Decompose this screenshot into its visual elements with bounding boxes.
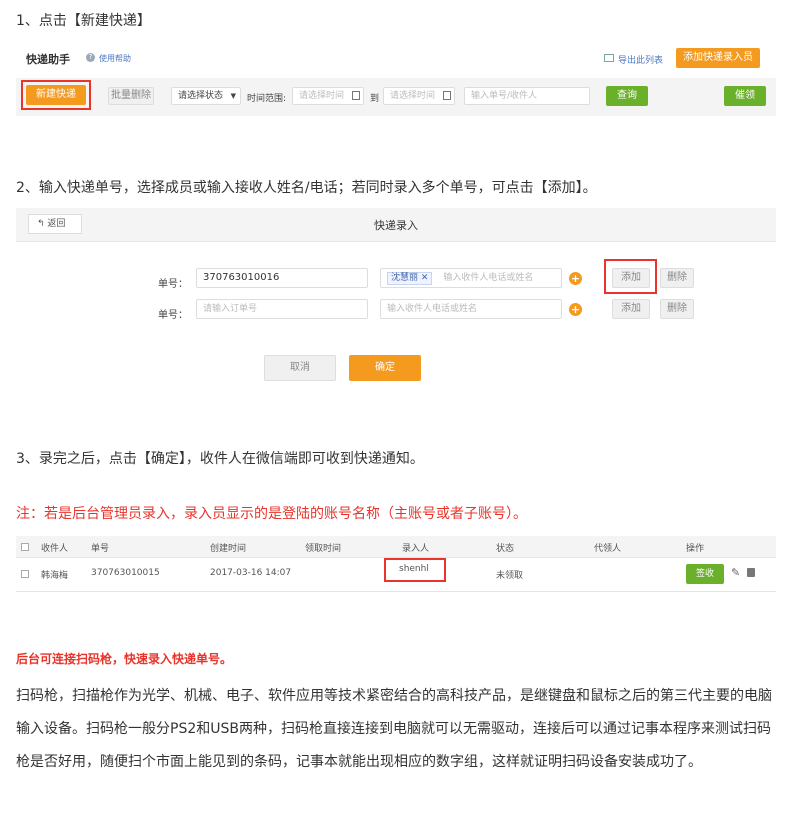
start-date-placeholder: 请选择时间 [299,91,345,101]
time-range-label: 时间范围: [247,94,287,104]
row-checkbox[interactable] [21,570,29,578]
number-label: 单号： [158,279,188,290]
cancel-button[interactable]: 取消 [264,355,336,381]
panel-header: 快递助手 ? 使用帮助 导出此列表 添加快递录入员 [16,42,776,74]
column-header: 单号 [91,544,110,554]
add-row-button[interactable]: 添加 [612,299,650,319]
delete-row-button[interactable]: 删除 [660,299,694,319]
number-cell: 370763010015 [91,568,160,578]
add-recipient-icon[interactable]: + [569,303,582,316]
end-date-placeholder: 请选择时间 [390,91,436,101]
export-link[interactable]: 导出此列表 [618,53,663,66]
scanner-paragraph: 扫码枪，扫描枪作为光学、机械、电子、软件应用等技术紧密结合的高科技产品，是继键盘… [16,688,772,770]
table-header: 收件人 单号 创建时间 领取时间 录入人 状态 代领人 操作 [16,536,776,558]
add-member-button[interactable]: 添加快递录入员 [676,48,760,68]
select-all-checkbox[interactable] [21,543,29,551]
recipient-cell: 韩海梅 [41,571,69,581]
add-recipient-icon[interactable]: + [569,272,582,285]
to-label: 到 [370,94,380,104]
entry-title: 快递录入 [374,219,418,232]
query-button[interactable]: 查询 [606,86,648,106]
step-2-text: 2、输入快递单号，选择成员或输入接收人姓名/电话；若同时录入多个单号，可点击【添… [16,180,597,196]
express-assistant-panel: 快递助手 ? 使用帮助 导出此列表 添加快递录入员 新建快递 批量删除 请选择状… [16,42,776,116]
recipient-placeholder: 输入收件人电话或姓名 [387,304,478,314]
scanner-title: 后台可连接扫码枪，快速录入快递单号。 [16,652,233,666]
status-select-value: 请选择状态 [178,91,224,101]
trash-icon[interactable] [747,568,755,577]
help-icon: ? [86,53,95,62]
recipient-input[interactable]: 沈慧丽 ✕ 输入收件人电话或姓名 [380,268,562,288]
step-1-text: 1、点击【新建快递】 [16,13,151,29]
calendar-icon [352,91,360,100]
admin-note: 注：若是后台管理员录入，录入员显示的是登陆的账号名称（主账号或者子账号）。 [16,506,527,522]
close-icon[interactable]: ✕ [421,273,429,283]
remind-button[interactable]: 催领 [724,86,766,106]
delete-row-button[interactable]: 删除 [660,268,694,288]
number-input[interactable]: 370763010016 [196,268,368,288]
number-value: 370763010016 [203,272,280,283]
column-header: 状态 [496,544,515,554]
edit-icon[interactable]: ✎ [731,566,740,579]
table-row: 韩海梅 370763010015 2017-03-16 14:07 shenhl… [16,558,776,592]
recipient-input[interactable]: 输入收件人电话或姓名 [380,299,562,319]
add-row-button[interactable]: 添加 [612,268,650,288]
column-header: 创建时间 [210,544,247,554]
recipient-tag-label: 沈慧丽 [391,273,419,283]
end-date-input[interactable]: 请选择时间 [383,87,455,105]
column-header: 领取时间 [305,544,342,554]
number-placeholder: 请输入订单号 [203,304,258,314]
sign-button[interactable]: 签收 [686,564,724,584]
confirm-button[interactable]: 确定 [349,355,421,381]
express-table: 收件人 单号 创建时间 领取时间 录入人 状态 代领人 操作 韩海梅 37076… [16,536,776,592]
step-3-text: 3、录完之后，点击【确定】，收件人在微信端即可收到快递通知。 [16,451,424,467]
column-header: 代领人 [594,544,622,554]
column-header: 收件人 [41,544,69,554]
column-header: 操作 [686,544,705,554]
export-icon [604,54,614,62]
entry-header: ↰ 返回 快递录入 [16,208,776,242]
calendar-icon [443,91,451,100]
number-label: 单号： [158,310,188,321]
search-placeholder: 输入单号/收件人 [471,91,538,101]
start-date-input[interactable]: 请选择时间 [292,87,364,105]
status-cell: 未领取 [496,571,524,581]
express-entry-panel: ↰ 返回 快递录入 单号： 370763010016 沈慧丽 ✕ 输入收件人电话… [16,208,776,390]
panel-title: 快递助手 [26,53,70,66]
column-header: 录入人 [402,544,430,554]
search-input[interactable]: 输入单号/收件人 [464,87,590,105]
created-cell: 2017-03-16 14:07 [210,568,292,578]
new-express-button[interactable]: 新建快递 [26,85,86,105]
recipient-tag[interactable]: 沈慧丽 ✕ [387,272,433,285]
enterer-cell: shenhl [399,564,429,574]
batch-delete-button[interactable]: 批量删除 [108,87,154,105]
chevron-down-icon: ▼ [230,92,236,100]
help-link[interactable]: 使用帮助 [99,53,131,64]
status-select[interactable]: 请选择状态 ▼ [171,87,241,105]
toolbar: 新建快递 批量删除 请选择状态 ▼ 时间范围: 请选择时间 到 请选择时间 输入单… [16,78,776,116]
number-input[interactable]: 请输入订单号 [196,299,368,319]
recipient-placeholder: 输入收件人电话或姓名 [443,273,534,283]
